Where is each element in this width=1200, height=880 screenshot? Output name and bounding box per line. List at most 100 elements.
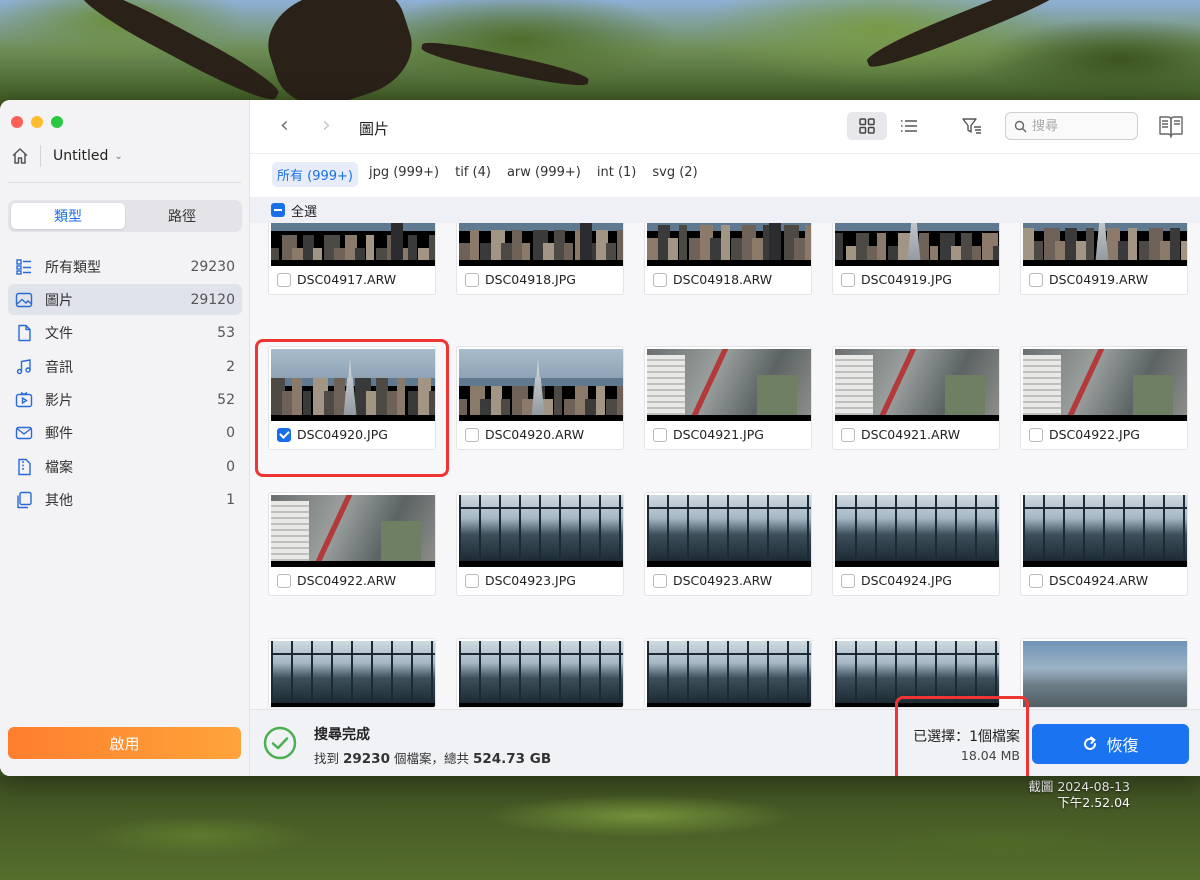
check-circle-icon [263,726,297,760]
file-tile[interactable]: DSC04919.JPG [832,223,1000,295]
filter-chip-int[interactable]: int (1) [592,162,642,187]
recover-label[interactable]: 恢復 [1106,732,1138,756]
file-thumbnail[interactable] [835,641,999,707]
file-thumbnail[interactable] [459,641,623,707]
file-tile[interactable] [268,638,436,708]
file-checkbox[interactable] [1029,427,1043,442]
file-thumbnail[interactable] [271,223,435,266]
tab-type[interactable]: 類型 [11,203,125,229]
file-tile[interactable]: DSC04920.JPG [268,346,436,450]
activate-button[interactable]: 啟用 [8,727,241,759]
project-name[interactable]: Untitled [53,148,108,164]
search-input[interactable] [1032,118,1122,134]
sidebar-item-all-types[interactable]: 所有類型 29230 [8,251,242,282]
file-tile[interactable]: DSC04921.ARW [832,346,1000,450]
file-thumbnail[interactable] [1023,223,1187,266]
file-tile[interactable] [456,638,624,708]
grid-view-button[interactable] [847,112,887,140]
filter-chip-svg[interactable]: svg (2) [647,162,702,187]
file-tile[interactable]: DSC04924.JPG [832,492,1000,596]
filter-chip-tif[interactable]: tif (4) [450,162,496,187]
file-checkbox[interactable] [841,573,855,588]
thumbnail-shape [1023,507,1187,509]
file-thumbnail[interactable] [1023,641,1187,707]
file-checkbox[interactable] [277,573,291,588]
file-thumbnail[interactable] [835,349,999,421]
file-thumbnail[interactable] [271,641,435,707]
select-all-checkbox[interactable] [271,203,285,217]
sidebar-item-mail[interactable]: 郵件 0 [8,418,242,449]
project-switcher[interactable]: Untitled ⌄ [10,144,123,168]
file-tile[interactable]: DSC04923.JPG [456,492,624,596]
guide-button[interactable] [1158,112,1184,144]
file-checkbox[interactable] [653,573,667,588]
file-thumbnail[interactable] [459,349,623,421]
file-tile[interactable]: DSC04917.ARW [268,223,436,295]
search-box[interactable] [1005,112,1138,140]
file-tile[interactable]: DSC04918.JPG [456,223,624,295]
recover-button[interactable]: 恢復 [1032,724,1189,764]
select-all-label[interactable]: 全選 [291,201,317,220]
file-checkbox[interactable] [1029,272,1043,287]
filter-chip-arw[interactable]: arw (999+) [502,162,586,187]
file-tile[interactable]: DSC04920.ARW [456,346,624,450]
file-thumbnail[interactable] [835,495,999,567]
file-tile[interactable]: DSC04921.JPG [644,346,812,450]
file-checkbox[interactable] [465,272,479,287]
file-thumbnail[interactable] [647,349,811,421]
file-tile[interactable]: DSC04922.ARW [268,492,436,596]
file-thumbnail[interactable] [271,349,435,421]
found-count: 29230 [343,751,390,767]
sidebar-item-audio[interactable]: 音訊 2 [8,351,242,382]
file-checkbox[interactable] [277,272,291,287]
file-thumbnail[interactable] [835,223,999,266]
sidebar-item-archives[interactable]: 檔案 0 [8,451,242,482]
file-checkbox[interactable] [841,427,855,442]
file-thumbnail[interactable] [459,223,623,266]
file-tile[interactable]: DSC04918.ARW [644,223,812,295]
file-thumbnail[interactable] [459,495,623,567]
file-tile[interactable]: DSC04924.ARW [1020,492,1188,596]
file-tile[interactable] [832,638,1000,708]
file-label: DSC04918.ARW [653,272,772,287]
sidebar-item-other[interactable]: 其他 1 [8,485,242,516]
file-tile[interactable]: DSC04922.JPG [1020,346,1188,450]
minimize-window-button[interactable] [31,116,43,128]
file-checkbox[interactable] [841,272,855,287]
file-checkbox[interactable] [653,272,667,287]
category-label: 音訊 [45,359,73,376]
sidebar-item-documents[interactable]: 文件 53 [8,318,242,349]
thumbnail-shape [271,641,273,703]
zoom-window-button[interactable] [51,116,63,128]
home-icon[interactable] [10,146,30,166]
filter-button[interactable] [952,112,992,140]
back-button[interactable]: ‹ [280,115,289,137]
forward-button[interactable]: › [322,115,331,137]
file-thumbnail[interactable] [647,641,811,707]
close-window-button[interactable] [11,116,23,128]
filter-chip-jpg[interactable]: jpg (999+) [364,162,444,187]
file-thumbnail[interactable] [271,495,435,567]
filter-chip-all[interactable]: 所有 (999+) [272,162,358,187]
document-icon [18,325,31,342]
sidebar-item-video[interactable]: 影片 52 [8,385,242,416]
tab-path[interactable]: 路徑 [125,203,239,229]
file-thumbnail[interactable] [647,223,811,266]
file-name: DSC04918.JPG [485,272,576,287]
category-count: 53 [217,325,235,342]
chevron-down-icon[interactable]: ⌄ [114,151,122,162]
file-thumbnail[interactable] [1023,495,1187,567]
file-thumbnail[interactable] [647,495,811,567]
file-tile[interactable]: DSC04923.ARW [644,492,812,596]
file-tile[interactable] [1020,638,1188,708]
sidebar-item-images[interactable]: 圖片 29120 [8,284,242,316]
file-thumbnail[interactable] [1023,349,1187,421]
file-checkbox[interactable] [277,427,291,442]
file-checkbox[interactable] [653,427,667,442]
list-view-button[interactable] [889,112,929,140]
file-checkbox[interactable] [1029,573,1043,588]
file-checkbox[interactable] [465,427,479,442]
file-checkbox[interactable] [465,573,479,588]
file-tile[interactable] [644,638,812,708]
file-tile[interactable]: DSC04919.ARW [1020,223,1188,295]
